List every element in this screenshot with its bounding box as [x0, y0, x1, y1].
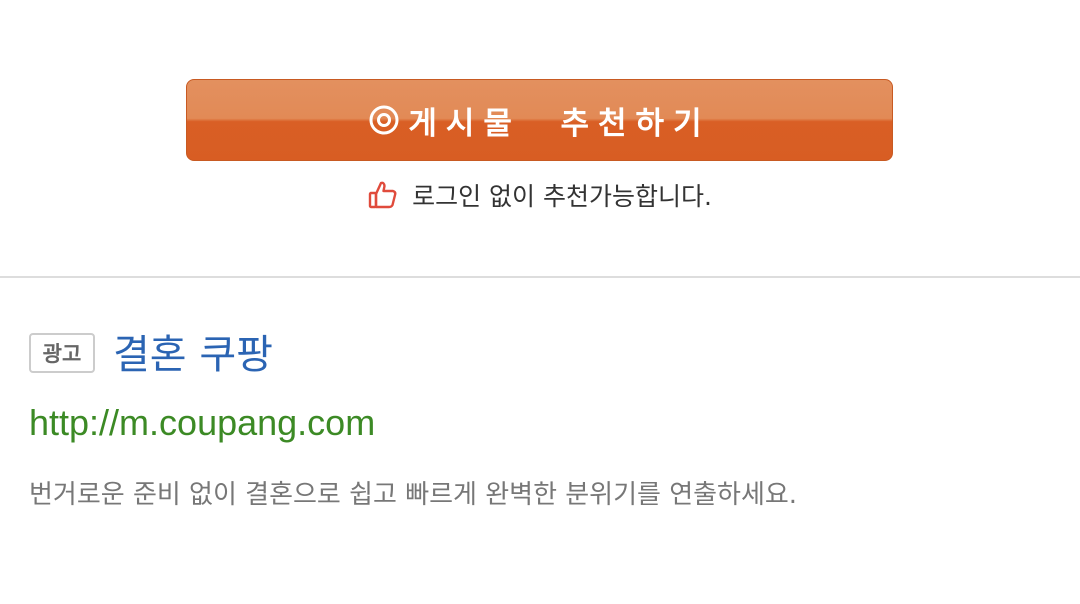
- recommend-button-label: 게시물 추천하기: [408, 105, 711, 142]
- target-circle-icon: [368, 104, 400, 136]
- ad-badge: 광고: [29, 333, 95, 373]
- recommend-hint: 로그인 없이 추천가능합니다.: [0, 172, 1080, 218]
- ad-description: 번거로운 준비 없이 결혼으로 쉽고 빠르게 완벽한 분위기를 연출하세요.: [29, 480, 798, 510]
- section-divider: [0, 276, 1080, 278]
- page: 게시물 추천하기 로그인 없이 추천가능합니다. 광고 결혼 쿠팡 http:/…: [0, 0, 1080, 604]
- thumbs-up-icon: [368, 180, 398, 210]
- recommend-post-button[interactable]: 게시물 추천하기: [186, 79, 893, 161]
- ad-title-link[interactable]: 결혼 쿠팡: [113, 322, 273, 380]
- recommend-hint-text: 로그인 없이 추천가능합니다.: [412, 182, 712, 211]
- ad-url-link[interactable]: http://m.coupang.com: [29, 402, 375, 444]
